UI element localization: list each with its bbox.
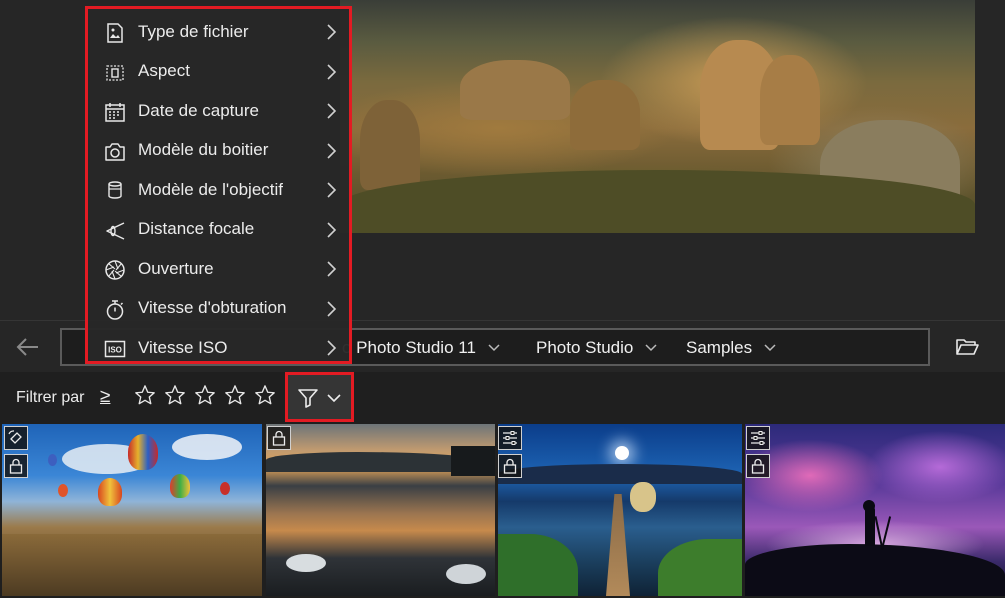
thumbnail-strip (0, 424, 1005, 598)
lock-icon (4, 454, 28, 478)
star-icon[interactable] (194, 384, 216, 406)
back-arrow-icon[interactable] (14, 335, 40, 359)
thumbnail-moonlit-pier[interactable] (498, 424, 742, 596)
aspect-icon (106, 64, 124, 81)
preview-photo-landscape[interactable] (340, 0, 975, 233)
thumbnail-lake-sunset[interactable] (266, 424, 495, 596)
chevron-right-icon (327, 24, 337, 40)
iso-icon: ISO (104, 340, 126, 358)
rating-comparator-button[interactable]: ≥ (100, 386, 110, 408)
lens-icon (108, 181, 122, 199)
menu-item-capture-date[interactable]: Date de capture (88, 91, 349, 131)
rotate-badge-icon (4, 426, 28, 450)
filter-criteria-menu: Type de fichier Aspect Date de capture M… (85, 6, 352, 364)
breadcrumb-item[interactable]: o Photo Studio 11 (342, 338, 500, 358)
adjustments-icon (498, 426, 522, 450)
camera-icon (105, 142, 125, 161)
menu-item-aperture[interactable]: Ouverture (88, 249, 349, 289)
menu-item-camera-model[interactable]: Modèle du boitier (88, 131, 349, 171)
lock-icon (498, 454, 522, 478)
calendar-icon (105, 103, 125, 122)
filter-label: Filtrer par (16, 389, 85, 406)
menu-item-shutter-speed[interactable]: Vitesse d'obturation (88, 289, 349, 329)
funnel-icon (298, 389, 318, 408)
breadcrumb-item[interactable]: Samples (686, 338, 776, 358)
adjustments-icon (746, 426, 770, 450)
star-icon[interactable] (164, 384, 186, 406)
star-icon[interactable] (224, 384, 246, 406)
aperture-icon (105, 260, 125, 280)
star-icon[interactable] (134, 384, 156, 406)
filter-bar: Filtrer par ≥ (0, 372, 1005, 424)
thumbnail-hot-air-balloons[interactable] (2, 424, 262, 596)
lock-icon (746, 454, 770, 478)
chevron-right-icon (327, 182, 337, 198)
stopwatch-icon (106, 299, 124, 320)
chevron-right-icon (327, 300, 337, 317)
filter-dropdown-button[interactable] (285, 372, 354, 422)
chevron-right-icon (327, 63, 337, 80)
menu-item-aspect[interactable]: Aspect (88, 52, 349, 92)
menu-item-file-type[interactable]: Type de fichier (88, 12, 349, 52)
thumbnail-aurora-photographer[interactable] (745, 424, 1005, 596)
breadcrumb-item[interactable]: Photo Studio (536, 338, 657, 358)
open-folder-icon[interactable] (955, 336, 979, 358)
svg-text:ISO: ISO (108, 346, 122, 355)
chevron-down-icon[interactable] (645, 344, 657, 352)
star-icon[interactable] (254, 384, 276, 406)
chevron-right-icon (327, 261, 337, 277)
chevron-down-icon[interactable] (764, 344, 776, 352)
lock-icon (267, 426, 291, 450)
chevron-right-icon (327, 142, 337, 159)
menu-item-iso-speed[interactable]: ISO Vitesse ISO (88, 328, 349, 368)
chevron-down-icon[interactable] (488, 344, 500, 352)
chevron-right-icon (327, 103, 337, 119)
menu-item-lens-model[interactable]: Modèle de l'objectif (88, 170, 349, 210)
chevron-down-icon (327, 394, 341, 403)
menu-item-focal-length[interactable]: Distance focale (88, 210, 349, 250)
chevron-right-icon (327, 340, 337, 356)
file-type-icon (107, 23, 123, 43)
chevron-right-icon (327, 221, 337, 238)
focal-length-icon (106, 221, 125, 240)
